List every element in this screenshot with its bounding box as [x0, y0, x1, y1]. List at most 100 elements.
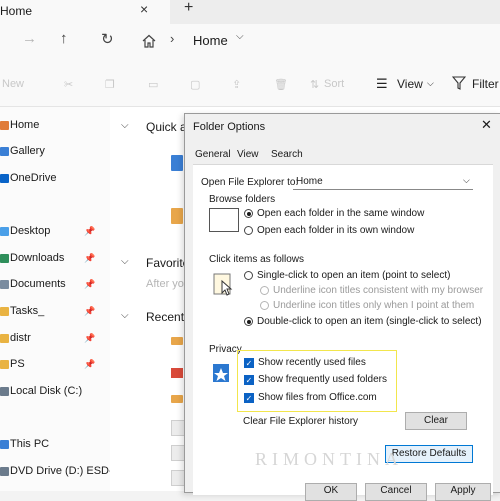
click-items-title: Click items as follows	[209, 254, 305, 265]
view-icon: ☰	[376, 76, 388, 91]
sidebar-item-label: distr	[10, 332, 31, 344]
sidebar-item[interactable]: PS 📌	[0, 357, 108, 373]
favorites-hint: After yo	[146, 278, 184, 290]
filter-button[interactable]: Filter	[472, 77, 499, 91]
paste-icon[interactable]: ▭	[148, 78, 158, 91]
favorites-header[interactable]: Favorite	[146, 256, 189, 270]
recent-file-icon[interactable]	[171, 445, 185, 461]
sidebar-item[interactable]: Local Disk (C:)	[0, 384, 108, 400]
close-icon[interactable]: ✕	[481, 117, 492, 133]
radio-underline-point[interactable]	[260, 301, 269, 310]
recent-chevron-icon[interactable]: ⌵	[121, 310, 129, 321]
sidebar-item-label: Home	[10, 119, 40, 131]
watermark: RIMONTINA	[255, 449, 403, 469]
sort-button[interactable]: Sort	[324, 78, 344, 90]
sidebar-item[interactable]: Home	[0, 118, 108, 134]
delete-icon[interactable]: 🗑	[274, 78, 288, 91]
radio-own-window[interactable]	[244, 226, 253, 235]
checkbox-frequent-folders[interactable]: ✓	[244, 375, 254, 385]
radio-same-window[interactable]	[244, 209, 253, 218]
folder-thumbnail[interactable]	[171, 208, 183, 224]
checkbox-recent-files[interactable]: ✓	[244, 358, 254, 368]
sidebar-item-label: PS	[10, 358, 25, 370]
tab-view[interactable]: View	[237, 149, 259, 160]
radio-underline-browser[interactable]	[260, 286, 269, 295]
clear-button[interactable]: Clear	[405, 412, 467, 430]
single-click-label[interactable]: Single-click to open an item (point to s…	[257, 270, 450, 281]
sidebar-item-label: OneDrive	[10, 172, 57, 184]
quick-access-chevron-icon[interactable]: ⌵	[121, 120, 129, 131]
recent-files-label[interactable]: Show recently used files	[258, 357, 366, 368]
sidebar-item[interactable]: Gallery	[0, 144, 108, 160]
recent-file-icon[interactable]	[171, 337, 183, 345]
sidebar-item-label: Downloads	[10, 252, 65, 264]
refresh-icon[interactable]: ↻	[101, 30, 114, 48]
pointer-illustration-icon	[213, 273, 233, 296]
sidebar-item-label: Local Disk (C:)	[10, 385, 83, 397]
pin-icon: 📌	[84, 359, 96, 369]
recent-file-icon[interactable]	[171, 395, 183, 403]
folder-thumbnail[interactable]	[171, 155, 183, 171]
rename-icon[interactable]: ▢	[190, 78, 200, 91]
tab-general[interactable]: General	[195, 149, 231, 160]
sidebar-item[interactable]: Tasks_ 📌	[0, 304, 108, 320]
cancel-button[interactable]: Cancel	[365, 483, 427, 501]
dvd-icon	[0, 467, 9, 476]
office-files-label[interactable]: Show files from Office.com	[258, 392, 377, 403]
cut-icon[interactable]: ✂	[64, 78, 73, 91]
sidebar-item-label: Desktop	[10, 225, 51, 237]
download-icon	[0, 254, 9, 263]
tab-search[interactable]: Search	[271, 149, 303, 160]
new-button[interactable]: New	[2, 78, 24, 90]
folder-icon	[0, 360, 9, 369]
recent-file-icon[interactable]	[171, 420, 185, 436]
up-icon[interactable]: ↑	[60, 30, 68, 47]
ok-button[interactable]: OK	[305, 483, 357, 501]
quick-access-star-icon	[213, 364, 229, 382]
open-explorer-select[interactable]: Home ⌵	[293, 174, 473, 190]
double-click-label[interactable]: Double-click to open an item (single-cli…	[257, 316, 482, 327]
same-window-label[interactable]: Open each folder in the same window	[257, 208, 424, 219]
open-explorer-value: Home	[296, 176, 323, 187]
address-dropdown-icon[interactable]: ⌵	[236, 31, 244, 42]
recent-file-icon[interactable]	[171, 470, 185, 486]
sidebar-item[interactable]: Documents 📌	[0, 277, 108, 293]
sidebar-item[interactable]: distr 📌	[0, 331, 108, 347]
pin-icon: 📌	[84, 226, 96, 236]
share-icon[interactable]: ⇪	[232, 78, 241, 91]
radio-single-click[interactable]	[244, 271, 253, 280]
tab-home[interactable]: Home ×	[0, 0, 170, 24]
sidebar-item[interactable]: Downloads 📌	[0, 251, 108, 267]
forward-icon[interactable]: →	[22, 30, 37, 47]
select-chevron-icon: ⌵	[463, 175, 470, 185]
favorites-chevron-icon[interactable]: ⌵	[121, 256, 129, 267]
pin-icon: 📌	[84, 333, 96, 343]
view-chevron-icon: ⌵	[427, 78, 434, 88]
checkbox-office-files[interactable]: ✓	[244, 393, 254, 403]
sidebar-item-label: Gallery	[10, 145, 45, 157]
navigation-bar	[0, 24, 500, 60]
pdf-file-icon[interactable]	[171, 368, 183, 378]
sidebar-item[interactable]: Desktop 📌	[0, 224, 108, 240]
sort-icon: ⇅	[310, 79, 320, 91]
radio-double-click[interactable]	[244, 317, 253, 326]
apply-button[interactable]: Apply	[435, 483, 491, 501]
sidebar-item[interactable]: OneDrive	[0, 171, 108, 187]
address-bar[interactable]: Home	[193, 33, 228, 48]
copy-icon[interactable]: ❐	[105, 78, 115, 91]
browse-folders-illustration	[209, 208, 239, 232]
folder-options-dialog: Folder Options ✕ General View Search Ope…	[184, 113, 500, 501]
close-tab-icon[interactable]: ×	[140, 1, 148, 17]
sidebar-item[interactable]: This PC	[0, 437, 108, 453]
recent-header[interactable]: Recent	[146, 310, 184, 324]
clear-history-label: Clear File Explorer history	[243, 416, 359, 427]
frequent-folders-label[interactable]: Show frequently used folders	[258, 374, 387, 385]
own-window-label[interactable]: Open each folder in its own window	[257, 225, 414, 236]
desktop-icon	[0, 227, 9, 236]
home-icon[interactable]	[141, 33, 157, 49]
sidebar-item[interactable]: DVD Drive (D:) ESD-	[0, 464, 113, 480]
view-button[interactable]: View	[397, 77, 423, 91]
document-icon	[0, 280, 9, 289]
drive-icon	[0, 387, 9, 396]
new-tab-icon[interactable]: +	[184, 0, 193, 17]
